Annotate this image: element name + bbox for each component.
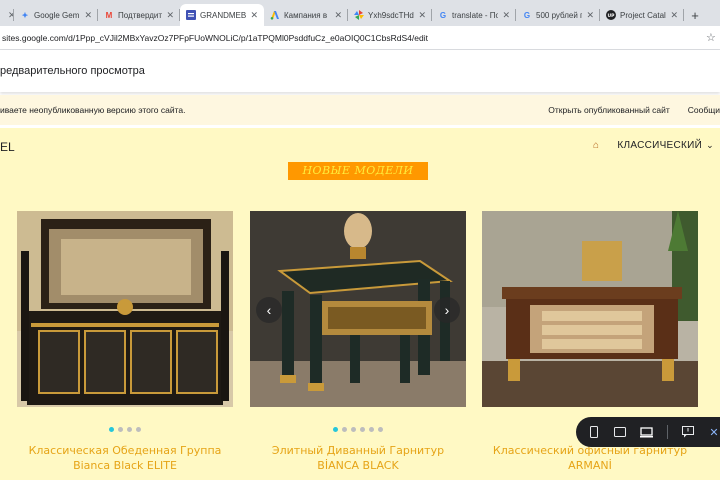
google-ads-icon	[270, 10, 280, 20]
tab-title: Google Gem	[34, 10, 80, 20]
carousel-dot[interactable]	[118, 427, 123, 432]
product-name[interactable]: Классическая Обеденная Группа Bianca Bla…	[7, 443, 243, 473]
chevron-down-icon[interactable]: ⌄	[706, 140, 714, 151]
address-bar[interactable]: sites.google.com/d/1Ppp_cVJil2MBxYavzOz7…	[0, 26, 720, 50]
tab-close-icon[interactable]: ✕	[418, 10, 426, 21]
product-image-office-set[interactable]	[482, 211, 698, 407]
close-icon[interactable]: ✕	[708, 425, 720, 439]
tab-title: Yxh9sdcTHdI	[368, 10, 415, 20]
product-image-nesting-tables[interactable]: ‹ ›	[250, 211, 466, 407]
tab-500-rubles[interactable]: G 500 рублей п ✕	[516, 4, 600, 26]
svg-text:UP: UP	[608, 13, 616, 19]
google-icon: G	[439, 10, 447, 20]
desktop-icon[interactable]	[640, 425, 654, 439]
browser-tab-strip: ✕ ✦ Google Gem ✕ M Подтвердит ✕ GRANDMEB…	[0, 0, 720, 26]
tablet-icon[interactable]	[614, 425, 627, 439]
site-nav: ⌂ КЛАССИЧЕСКИЙ ⌄	[593, 140, 714, 151]
carousel-dots	[17, 427, 233, 432]
carousel-dot[interactable]	[136, 427, 141, 432]
tab-fragment[interactable]: ✕	[0, 4, 14, 26]
chevron-right-icon: ›	[444, 302, 450, 318]
url-text[interactable]: sites.google.com/d/1Ppp_cVJil2MBxYavzOz7…	[0, 33, 706, 43]
gmail-icon: M	[105, 10, 113, 20]
banner-message: иваете неопубликованную версию этого сай…	[0, 105, 186, 115]
carousel-dot[interactable]	[127, 427, 132, 432]
google-icon: G	[523, 10, 531, 20]
tab-title: GRANDMEBE	[200, 10, 247, 20]
tab-title: 500 рублей п	[536, 10, 583, 20]
nav-classic-menu[interactable]: КЛАССИЧЕСКИЙ	[617, 140, 702, 151]
product-card[interactable]: Классический офисный гарнитур ARMANİ	[482, 211, 698, 472]
preview-title: редварительного просмотра	[0, 65, 145, 77]
bookmark-star-icon[interactable]: ☆	[706, 31, 720, 44]
carousel-dots	[250, 427, 466, 432]
tab-translate[interactable]: G translate - По ✕	[432, 4, 516, 26]
tab-project-catalog[interactable]: UP Project Catal ✕	[600, 4, 684, 26]
feedback-icon[interactable]	[681, 425, 694, 439]
tab-grandmebel-active[interactable]: GRANDMEBE ✕	[180, 4, 264, 26]
product-image-dining-set[interactable]	[17, 211, 233, 407]
pinwheel-icon	[354, 10, 364, 20]
round-logo-icon: UP	[606, 10, 616, 20]
product-card[interactable]: Классическая Обеденная Группа Bianca Bla…	[17, 211, 233, 472]
section-title: новые модели	[288, 162, 428, 180]
product-name-line: Элитный Диванный Гарнитур	[271, 444, 445, 457]
tab-close-icon[interactable]: ✕	[250, 10, 258, 21]
carousel-dot[interactable]	[109, 427, 114, 432]
tab-close-icon[interactable]: ✕	[502, 10, 510, 21]
carousel-dot[interactable]	[360, 427, 365, 432]
tab-title: translate - По	[452, 10, 499, 20]
tab-close-icon[interactable]: ✕	[334, 10, 342, 21]
carousel-dot[interactable]	[333, 427, 338, 432]
new-tab-button[interactable]: +	[684, 8, 706, 23]
tab-title: Кампания в	[284, 10, 328, 20]
toolbar-divider	[667, 425, 668, 439]
carousel-dot[interactable]	[378, 427, 383, 432]
product-name[interactable]: Классический офисный гарнитур ARMANİ	[472, 443, 708, 473]
carousel-prev-button[interactable]: ‹	[256, 297, 282, 323]
tab-close-icon[interactable]: ✕	[84, 10, 92, 21]
carousel-dot[interactable]	[342, 427, 347, 432]
product-name[interactable]: Элитный Диванный Гарнитур BİANCA BLACK	[240, 443, 476, 473]
unpublished-banner: иваете неопубликованную версию этого сай…	[0, 95, 720, 125]
site-preview: EL ⌂ КЛАССИЧЕСКИЙ ⌄ новые модели	[0, 128, 720, 480]
carousel-dot[interactable]	[369, 427, 374, 432]
product-name-line: Классическая Обеденная Группа	[28, 444, 222, 457]
tab-yxh9[interactable]: Yxh9sdcTHdI ✕	[348, 4, 432, 26]
product-card[interactable]: ‹ › Элитный Диванный Гарнитур BİANCA BLA…	[250, 211, 466, 472]
tab-close-icon[interactable]: ✕	[166, 10, 174, 21]
home-icon[interactable]: ⌂	[593, 140, 599, 151]
product-name-line: BİANCA BLACK	[317, 459, 399, 472]
tab-close-icon[interactable]: ✕	[586, 10, 594, 21]
tab-close-icon[interactable]: ✕	[670, 10, 678, 21]
chevron-left-icon: ‹	[266, 302, 272, 318]
preview-header: редварительного просмотра	[0, 50, 720, 92]
google-sites-icon	[186, 10, 196, 20]
device-preview-toolbar: ✕	[576, 417, 720, 447]
phone-icon[interactable]	[588, 425, 600, 439]
open-published-site-link[interactable]: Открыть опубликованный сайт	[548, 105, 670, 115]
tab-title: Подтвердит	[118, 10, 163, 20]
product-name-line: ARMANİ	[568, 459, 612, 472]
tab-google-gemini[interactable]: ✦ Google Gem ✕	[14, 4, 98, 26]
site-logo-text[interactable]: EL	[0, 140, 15, 154]
tab-title: Project Catal	[620, 10, 666, 20]
gemini-icon: ✦	[21, 10, 29, 20]
product-name-line: Bianca Black ELITE	[73, 459, 177, 472]
carousel-dot[interactable]	[351, 427, 356, 432]
tab-ads-campaign[interactable]: Кампания в ✕	[264, 4, 348, 26]
report-link[interactable]: Сообщи	[688, 105, 720, 115]
tab-gmail[interactable]: M Подтвердит ✕	[98, 4, 180, 26]
carousel-next-button[interactable]: ›	[434, 297, 460, 323]
